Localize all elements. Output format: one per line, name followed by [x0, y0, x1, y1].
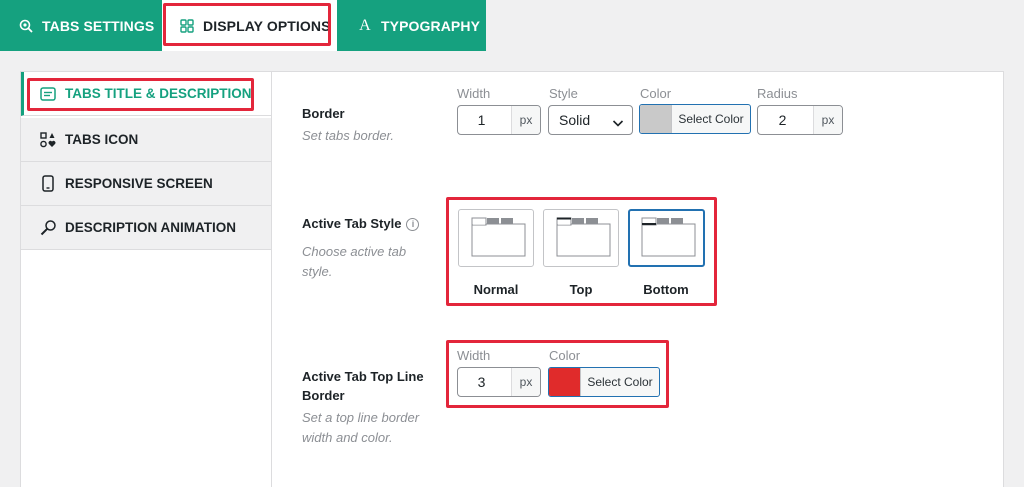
style-option-bottom[interactable]	[628, 209, 705, 267]
tab-bottom-preview-icon	[641, 217, 696, 257]
mobile-icon	[39, 175, 57, 193]
border-color-picker[interactable]: Select Color	[639, 104, 751, 134]
top-line-color-label: Color	[549, 348, 581, 363]
border-width-input[interactable]: 1 px	[457, 105, 541, 135]
label-line: Border	[302, 388, 345, 403]
label-line: Active Tab Top Line	[302, 369, 424, 384]
top-line-width-unit: px	[511, 368, 540, 396]
sidebar-item-responsive-screen[interactable]: RESPONSIVE SCREEN	[21, 162, 271, 206]
gear-search-icon	[18, 18, 34, 34]
border-style-label: Style	[549, 86, 578, 101]
shapes-icon	[39, 131, 57, 149]
top-line-width-value: 3	[477, 374, 486, 390]
font-icon: A	[359, 16, 371, 34]
border-radius-label: Radius	[757, 86, 798, 101]
sidebar: TABS TITLE & DESCRIPTION TABS ICON RESPO…	[21, 72, 272, 487]
style-option-top-label: Top	[569, 282, 593, 297]
active-tab-style-label: Active Tab Style i	[302, 214, 420, 233]
border-width-label: Width	[457, 86, 491, 101]
top-line-color-swatch	[549, 368, 581, 396]
tab-tabs-settings[interactable]: TABS SETTINGS	[0, 0, 162, 51]
sidebar-item-tabs-icon[interactable]: TABS ICON	[21, 118, 271, 162]
description-line: Set a top line border	[302, 410, 420, 425]
description-line: width and color.	[302, 430, 393, 445]
tab-display-options-label: DISPLAY OPTIONS	[203, 17, 331, 34]
info-icon[interactable]: i	[406, 218, 420, 231]
border-radius-value: 2	[778, 112, 787, 128]
tab-typography[interactable]: A TYPOGRAPHY	[337, 0, 486, 51]
sidebar-item-description-animation[interactable]: DESCRIPTION ANIMATION	[21, 206, 271, 250]
chevron-down-icon	[612, 115, 624, 131]
top-line-width-label: Width	[457, 348, 491, 363]
description-line: Choose active tab	[302, 244, 407, 259]
top-line-width-input[interactable]: 3 px	[457, 367, 541, 397]
border-label: Border	[302, 106, 345, 121]
tab-typography-label: TYPOGRAPHY	[381, 17, 481, 34]
style-option-bottom-label: Bottom	[643, 282, 689, 297]
top-line-color-picker[interactable]: Select Color	[548, 367, 660, 397]
border-style-select[interactable]: Solid	[548, 105, 633, 135]
top-tabs: TABS SETTINGS DISPLAY OPTIONS A TYPOGRAP…	[0, 0, 1024, 51]
style-option-normal[interactable]	[458, 209, 534, 267]
tab-tabs-settings-label: TABS SETTINGS	[42, 17, 155, 34]
tab-top-preview-icon	[556, 217, 611, 257]
sidebar-item-label: TABS TITLE & DESCRIPTION	[65, 86, 252, 101]
sidebar-item-label: TABS ICON	[65, 132, 139, 147]
border-radius-unit: px	[813, 106, 842, 134]
style-option-normal-label: Normal	[473, 282, 519, 297]
border-style-value: Solid	[559, 112, 591, 128]
title-icon	[39, 85, 57, 103]
top-line-border-description: Set a top line border width and color.	[302, 408, 419, 448]
border-width-value: 1	[477, 112, 486, 128]
sidebar-item-label: RESPONSIVE SCREEN	[65, 176, 213, 191]
description-line: style.	[302, 264, 333, 279]
border-color-swatch	[640, 105, 672, 133]
tab-display-options[interactable]: DISPLAY OPTIONS	[162, 0, 337, 51]
border-color-label: Color	[640, 86, 672, 101]
border-select-color-button[interactable]: Select Color	[672, 105, 750, 133]
magic-wand-icon	[39, 219, 57, 237]
border-description: Set tabs border.	[302, 128, 395, 143]
grid-icon	[179, 18, 195, 34]
active-tab-style-description: Choose active tab style.	[302, 242, 406, 282]
active-tab-style-label-text: Active Tab Style	[302, 216, 402, 231]
sidebar-item-tabs-title-description[interactable]: TABS TITLE & DESCRIPTION	[21, 72, 271, 116]
border-radius-input[interactable]: 2 px	[757, 105, 843, 135]
tab-normal-preview-icon	[471, 217, 526, 257]
border-width-unit: px	[511, 106, 540, 134]
top-line-select-color-button[interactable]: Select Color	[581, 368, 659, 396]
top-line-border-label: Active Tab Top Line Border	[302, 367, 424, 405]
sidebar-item-label: DESCRIPTION ANIMATION	[65, 220, 236, 235]
style-option-top[interactable]	[543, 209, 619, 267]
